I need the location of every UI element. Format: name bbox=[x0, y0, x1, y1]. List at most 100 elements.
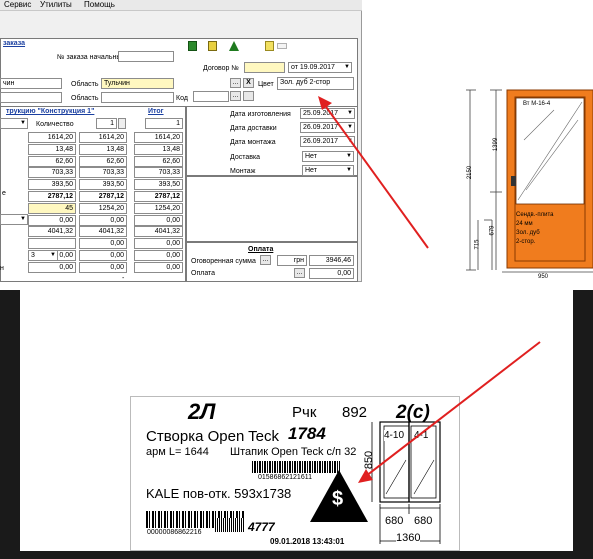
construction-cell-b[interactable]: 0,00 bbox=[79, 215, 127, 226]
color-label: Цвет bbox=[258, 81, 274, 88]
dim-679: 679 bbox=[489, 225, 496, 236]
construction-select[interactable]: ▼ bbox=[0, 118, 28, 129]
order-group-title: заказа bbox=[3, 40, 26, 47]
construction-cell-b[interactable]: 2787,12 bbox=[79, 191, 127, 202]
currency-field[interactable]: грн bbox=[277, 255, 307, 266]
construction-cell-a[interactable]: 0,00 bbox=[28, 262, 76, 273]
construction-cell-total[interactable]: 0,00 bbox=[134, 250, 183, 261]
construction-cell-a[interactable]: 393,50 bbox=[28, 179, 76, 190]
contract-date-select[interactable]: от 19.09.2017 ▼ bbox=[288, 62, 352, 73]
construction-cell-b[interactable]: 1614,20 bbox=[79, 132, 127, 143]
panel-line-3: Зол. дуб bbox=[516, 230, 540, 236]
construction-cell-b[interactable]: 0,00 bbox=[79, 238, 127, 249]
notes-area bbox=[186, 176, 358, 242]
sash-line: Створка Open Teck bbox=[146, 428, 280, 445]
qty-spinner[interactable] bbox=[118, 118, 126, 129]
mini-window-svg bbox=[371, 421, 441, 544]
install-date-select[interactable]: 26.09.2017 ▼ bbox=[300, 136, 355, 147]
install-date-label: Дата монтажа bbox=[230, 139, 276, 146]
qty-label: Количество bbox=[36, 121, 74, 128]
construction-cell-total[interactable]: 13,48 bbox=[134, 144, 183, 155]
agreed-sum-field[interactable]: 3946,46 bbox=[309, 255, 354, 266]
manufacture-date-label: Дата изготовления bbox=[230, 111, 291, 118]
handle-value: 892 bbox=[342, 404, 368, 421]
construction-cell-a[interactable]: 4041,32 bbox=[28, 226, 76, 237]
construction-cell-b[interactable]: 62,60 bbox=[79, 156, 127, 167]
construction-cell-total[interactable]: 1254,20 bbox=[134, 203, 183, 214]
contract-number-field[interactable] bbox=[244, 62, 285, 73]
handle-label: Рчк bbox=[292, 404, 317, 421]
tree-icon[interactable] bbox=[229, 41, 239, 51]
construction-cell-b[interactable]: 1254,20 bbox=[79, 203, 127, 214]
document-icon[interactable] bbox=[208, 41, 217, 51]
menu-item-service[interactable]: Сервис bbox=[4, 0, 31, 10]
construction-cell-total[interactable]: 0,00 bbox=[134, 262, 183, 273]
delivery-date-select[interactable]: 26.09.2017 ▼ bbox=[300, 122, 355, 133]
construction-cell-b[interactable]: 4041,32 bbox=[79, 226, 127, 237]
construction-cell-total[interactable]: 0,00 bbox=[134, 215, 183, 226]
qty-field[interactable]: 1 bbox=[96, 118, 117, 129]
edit-icon[interactable] bbox=[265, 41, 274, 51]
clear-button[interactable]: X bbox=[243, 78, 254, 88]
menu-item-help[interactable]: Помощь bbox=[84, 0, 115, 10]
construction-cell-total[interactable]: 1614,20 bbox=[134, 132, 183, 143]
construction-cell-total[interactable]: 62,60 bbox=[134, 156, 183, 167]
region2-label: Область bbox=[71, 95, 99, 102]
construction-cell-total[interactable]: 0,00 bbox=[134, 238, 183, 249]
code-field[interactable] bbox=[193, 91, 229, 102]
menu-bar: Сервис Утилиты Помощь bbox=[0, 0, 362, 11]
region-lookup-button[interactable]: ... bbox=[230, 78, 241, 88]
mount-select[interactable]: Нет ▼ bbox=[302, 165, 354, 176]
mini-left-label: 4-10 bbox=[384, 430, 405, 441]
construction-cell-total[interactable]: 2787,12 bbox=[134, 191, 183, 202]
construction-cell-a[interactable]: 2787,12 bbox=[28, 191, 76, 202]
window-drawing-svg bbox=[466, 89, 593, 273]
initial-order-field[interactable] bbox=[118, 51, 174, 62]
construction-cell-a[interactable]: 703,33 bbox=[28, 167, 76, 178]
code-extra-button[interactable] bbox=[243, 91, 254, 101]
small-select[interactable]: 3 ▼ bbox=[28, 250, 58, 261]
construction-cell-a[interactable]: 45 bbox=[28, 203, 76, 214]
construction-cell-a[interactable]: 0,00 bbox=[28, 215, 76, 226]
shipping-label: Доставка bbox=[230, 154, 261, 161]
side-letter-1: е bbox=[2, 190, 6, 197]
region2-field[interactable] bbox=[101, 92, 174, 103]
construction-cell-a[interactable]: 62,60 bbox=[28, 156, 76, 167]
minus-sign: - bbox=[122, 275, 125, 282]
payment-label: Оплата bbox=[191, 270, 216, 277]
agreed-sum-button[interactable]: ... bbox=[260, 255, 271, 265]
construction-cell-total[interactable]: 393,50 bbox=[134, 179, 183, 190]
sash-number: 1784 bbox=[288, 424, 326, 443]
row-select-7[interactable]: ▼ bbox=[0, 214, 28, 225]
dim-715: 715 bbox=[474, 239, 481, 250]
total-qty-field[interactable]: 1 bbox=[145, 118, 183, 129]
construction-cell-total[interactable]: 4041,32 bbox=[134, 226, 183, 237]
color-field[interactable]: Зол. дуб 2-стор bbox=[277, 77, 354, 90]
construction-cell-total[interactable]: 703,33 bbox=[134, 167, 183, 178]
construction-cell-b[interactable]: 0,00 bbox=[79, 250, 127, 261]
construction-cell-a[interactable] bbox=[28, 238, 76, 249]
construction-cell-b[interactable]: 13,48 bbox=[79, 144, 127, 155]
city-field[interactable]: чин bbox=[0, 78, 62, 89]
construction-cell-a[interactable]: 1614,20 bbox=[28, 132, 76, 143]
number-4777: 4777 bbox=[248, 520, 275, 534]
construction-cell-a[interactable]: 13,48 bbox=[28, 144, 76, 155]
address-field[interactable] bbox=[0, 92, 62, 103]
dim-width: 950 bbox=[538, 274, 549, 280]
region-field[interactable]: Тульчин bbox=[101, 78, 174, 89]
code-label: Код bbox=[176, 95, 188, 102]
dark-frame-bottom bbox=[0, 551, 593, 559]
print-icon[interactable] bbox=[188, 41, 197, 51]
bead-line: Штапик Open Teck с/п 32 bbox=[230, 446, 357, 458]
code-lookup-button[interactable]: ... bbox=[230, 91, 241, 101]
menu-item-utilities[interactable]: Утилиты bbox=[40, 0, 72, 10]
construction-cell-b[interactable]: 703,33 bbox=[79, 167, 127, 178]
payment-button[interactable]: ... bbox=[294, 268, 305, 278]
construction-cell-b[interactable]: 393,50 bbox=[79, 179, 127, 190]
construction-cell-b[interactable]: 0,00 bbox=[79, 262, 127, 273]
ruler-icon[interactable] bbox=[277, 43, 287, 49]
payment-field[interactable]: 0,00 bbox=[309, 268, 354, 279]
shipping-select[interactable]: Нет ▼ bbox=[302, 151, 354, 162]
manufacture-date-select[interactable]: 25.09.2017 ▼ bbox=[300, 108, 355, 119]
mini-right-label: 4-1 bbox=[414, 430, 429, 441]
